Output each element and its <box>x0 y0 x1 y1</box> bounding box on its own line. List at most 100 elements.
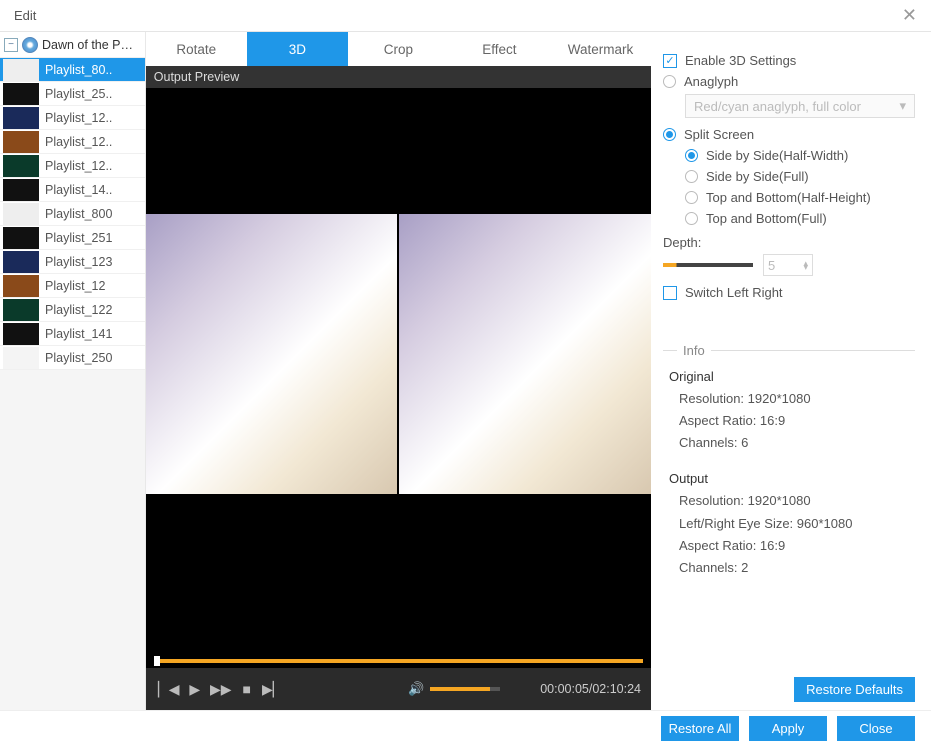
playlist-item[interactable]: Playlist_12.. <box>0 106 145 130</box>
playlist-thumb <box>3 275 39 297</box>
right-eye-frame <box>399 214 651 494</box>
time-display: 00:00:05/02:10:24 <box>500 682 641 696</box>
tabs: Rotate3DCropEffectWatermark <box>146 32 651 66</box>
split-option-label: Top and Bottom(Half-Height) <box>706 190 871 205</box>
radio-icon <box>663 128 676 141</box>
settings-panel: ✓ Enable 3D Settings Anaglyph Red/cyan a… <box>651 32 931 710</box>
split-option-radio[interactable]: Top and Bottom(Half-Height) <box>685 187 915 208</box>
stop-button[interactable]: ■ <box>234 681 260 697</box>
next-button[interactable]: ▶▏ <box>260 681 286 698</box>
switch-lr-checkbox[interactable]: ✓ Switch Left Right <box>663 282 915 303</box>
tab-rotate[interactable]: Rotate <box>146 32 247 66</box>
tab-watermark[interactable]: Watermark <box>550 32 651 66</box>
source-row[interactable]: − Dawn of the P… <box>0 32 145 58</box>
volume-control[interactable]: 🔊 <box>408 681 500 697</box>
anaglyph-label: Anaglyph <box>684 74 738 89</box>
playlist-thumb <box>3 227 39 249</box>
disc-icon <box>22 37 38 53</box>
tab-effect[interactable]: Effect <box>449 32 550 66</box>
anaglyph-radio[interactable]: Anaglyph <box>663 71 915 92</box>
playlist-label: Playlist_141 <box>39 327 112 341</box>
output-info: Output Resolution: 1920*1080 Left/Right … <box>663 468 915 578</box>
original-aspect: Aspect Ratio: 16:9 <box>669 410 915 432</box>
split-option-radio[interactable]: Side by Side(Full) <box>685 166 915 187</box>
playlist-item[interactable]: Playlist_122 <box>0 298 145 322</box>
depth-label: Depth: <box>663 235 915 250</box>
playlist-thumb <box>3 155 39 177</box>
playlist-thumb <box>3 251 39 273</box>
playlist-item[interactable]: Playlist_123 <box>0 250 145 274</box>
playlist-label: Playlist_12.. <box>39 111 112 125</box>
playlist-item[interactable]: Playlist_141 <box>0 322 145 346</box>
radio-icon <box>663 75 676 88</box>
original-channels: Channels: 6 <box>669 432 915 454</box>
split-screen-radio[interactable]: Split Screen <box>663 124 915 145</box>
sidebar: − Dawn of the P… Playlist_80.. Playlist_2… <box>0 32 146 710</box>
enable-3d-checkbox[interactable]: ✓ Enable 3D Settings <box>663 50 915 71</box>
chevron-down-icon: ▾ <box>899 98 906 114</box>
split-option-label: Top and Bottom(Full) <box>706 211 827 226</box>
playlist-item[interactable]: Playlist_25.. <box>0 82 145 106</box>
playlist-thumb <box>3 59 39 81</box>
playlist-item[interactable]: Playlist_12.. <box>0 130 145 154</box>
depth-input[interactable]: 5 ▴▾ <box>763 254 813 276</box>
prev-button[interactable]: ▏◀ <box>156 681 182 698</box>
split-label: Split Screen <box>684 127 754 142</box>
playlist-label: Playlist_12.. <box>39 159 112 173</box>
playlist-item[interactable]: Playlist_12 <box>0 274 145 298</box>
playlist-item[interactable]: Playlist_800 <box>0 202 145 226</box>
restore-defaults-button[interactable]: Restore Defaults <box>794 677 915 702</box>
tab-crop[interactable]: Crop <box>348 32 449 66</box>
video-preview[interactable] <box>146 88 651 668</box>
collapse-icon[interactable]: − <box>4 38 18 52</box>
split-option-radio[interactable]: Top and Bottom(Full) <box>685 208 915 229</box>
playlist-thumb <box>3 83 39 105</box>
info-heading: Info <box>663 343 915 358</box>
split-option-label: Side by Side(Full) <box>706 169 809 184</box>
playlist-item[interactable]: Playlist_251 <box>0 226 145 250</box>
fastfwd-button[interactable]: ▶▶ <box>208 681 234 698</box>
radio-icon <box>685 191 698 204</box>
letterbox-top <box>146 88 651 214</box>
playback-controls: ▏◀ ▶ ▶▶ ■ ▶▏ 🔊 00:00:05/02:10:24 <box>146 668 651 710</box>
playlist-list: Playlist_80.. Playlist_25.. Playlist_12.. P… <box>0 58 145 370</box>
playlist-label: Playlist_800 <box>39 207 112 221</box>
close-button[interactable]: Close <box>837 716 915 741</box>
split-options: Side by Side(Half-Width) Side by Side(Ful… <box>663 145 915 229</box>
depth-slider[interactable] <box>663 263 753 267</box>
playlist-item[interactable]: Playlist_14.. <box>0 178 145 202</box>
split-option-radio[interactable]: Side by Side(Half-Width) <box>685 145 915 166</box>
seek-track[interactable] <box>146 654 651 668</box>
volume-slider[interactable] <box>430 687 500 691</box>
playlist-thumb <box>3 107 39 129</box>
playlist-label: Playlist_122 <box>39 303 112 317</box>
playlist-thumb <box>3 323 39 345</box>
playlist-thumb <box>3 299 39 321</box>
original-info: Original Resolution: 1920*1080 Aspect Ra… <box>663 366 915 454</box>
radio-icon <box>685 212 698 225</box>
letterbox-bottom <box>146 494 651 654</box>
apply-button[interactable]: Apply <box>749 716 827 741</box>
playlist-thumb <box>3 203 39 225</box>
enable-3d-label: Enable 3D Settings <box>685 53 796 68</box>
tab-3d[interactable]: 3D <box>247 32 348 66</box>
checkbox-icon: ✓ <box>663 54 677 68</box>
original-resolution: Resolution: 1920*1080 <box>669 388 915 410</box>
playlist-label: Playlist_80.. <box>39 63 112 77</box>
radio-icon <box>685 149 698 162</box>
playlist-item[interactable]: Playlist_12.. <box>0 154 145 178</box>
playlist-label: Playlist_25.. <box>39 87 112 101</box>
title-bar: Edit ✕ <box>0 0 931 32</box>
play-button[interactable]: ▶ <box>182 681 208 698</box>
restore-all-button[interactable]: Restore All <box>661 716 739 741</box>
speaker-icon[interactable]: 🔊 <box>408 681 424 697</box>
output-title: Output <box>669 468 915 490</box>
stepper-icon[interactable]: ▴▾ <box>803 261 808 270</box>
output-aspect: Aspect Ratio: 16:9 <box>669 535 915 557</box>
playlist-item[interactable]: Playlist_80.. <box>0 58 145 82</box>
depth-control: 5 ▴▾ <box>663 254 915 276</box>
original-title: Original <box>669 366 915 388</box>
close-icon[interactable]: ✕ <box>902 5 917 26</box>
output-channels: Channels: 2 <box>669 557 915 579</box>
playlist-item[interactable]: Playlist_250 <box>0 346 145 370</box>
